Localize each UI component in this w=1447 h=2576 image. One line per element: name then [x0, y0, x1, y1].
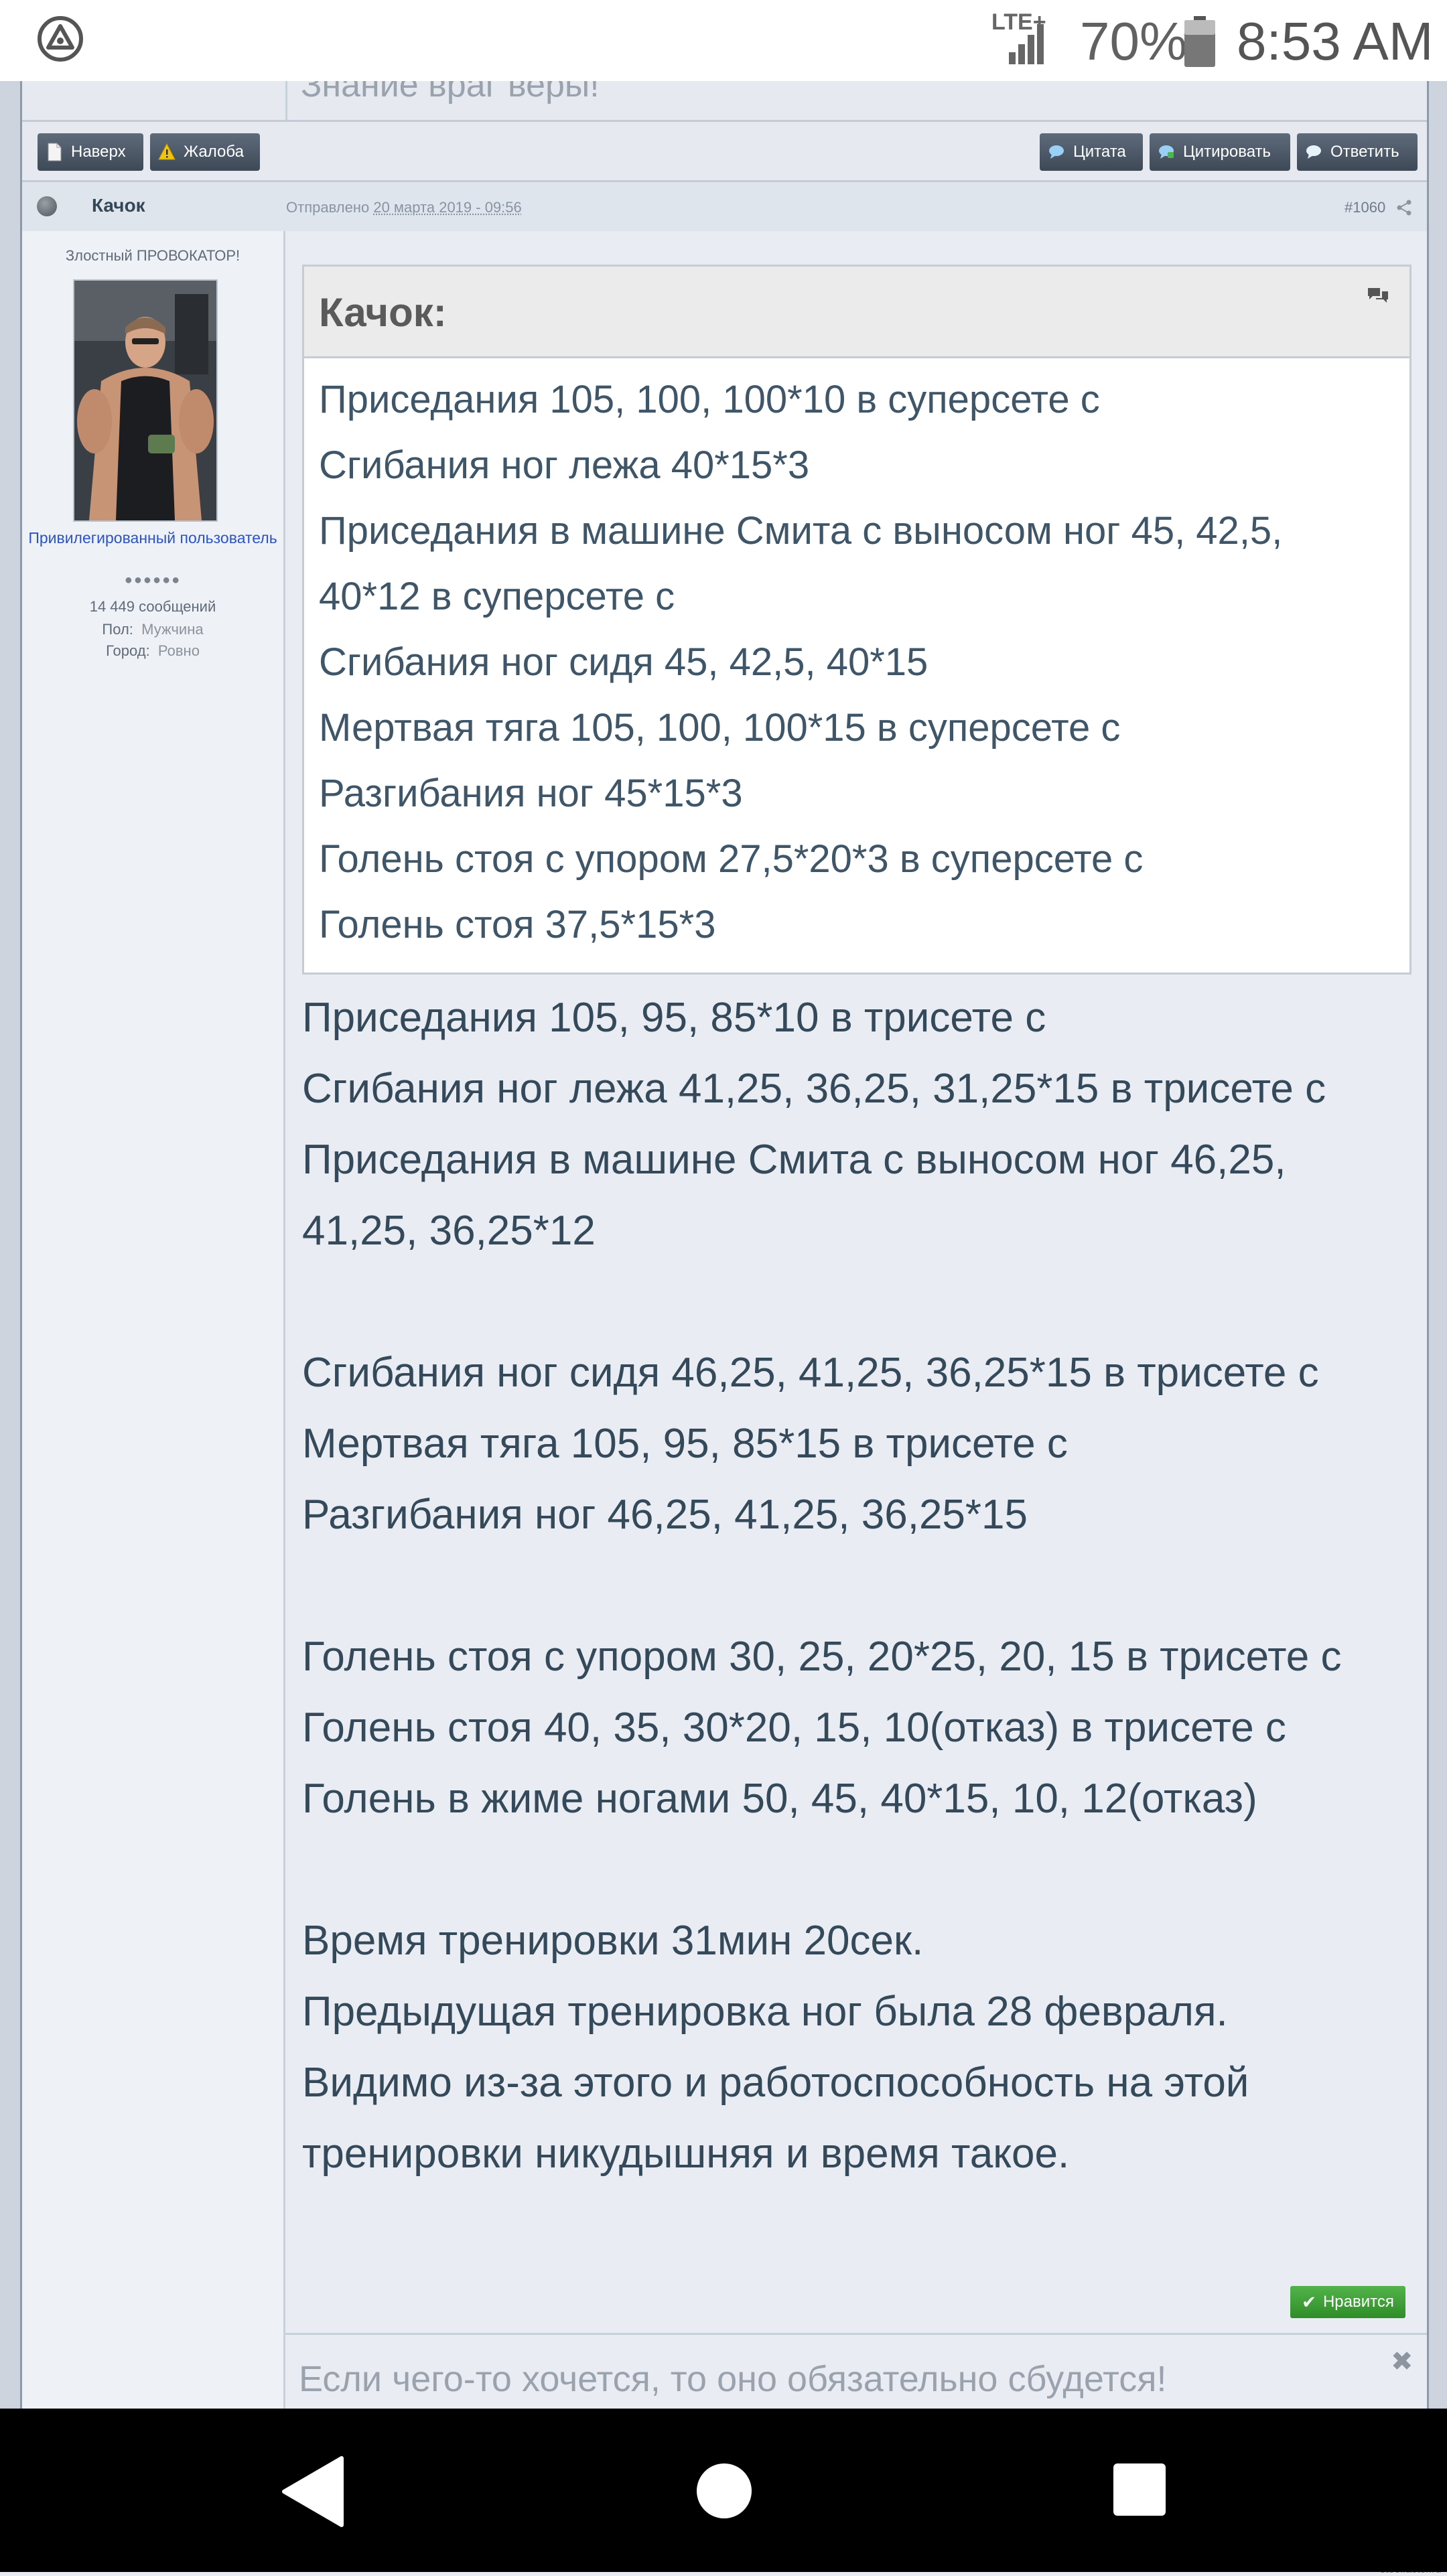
- quote-line: 40*12 в суперсете с: [319, 575, 675, 618]
- multiquote-icon: [1159, 145, 1174, 159]
- body-line: Сгибания ног лежа 41,25, 36,25, 31,25*15…: [302, 1066, 1326, 1112]
- quote-author: Качок:: [319, 290, 447, 335]
- divider: [22, 120, 1427, 122]
- top-button[interactable]: Наверх: [38, 133, 143, 171]
- report-button[interactable]: Жалоба: [150, 133, 260, 171]
- quote-line: Голень стоя 37,5*15*3: [319, 903, 716, 946]
- recent-apps-icon[interactable]: [1113, 2463, 1166, 2516]
- body-line: Время тренировки 31мин 20сек.: [302, 1918, 924, 1964]
- post-number-link[interactable]: #1060: [1345, 199, 1385, 216]
- close-icon[interactable]: ✖: [1391, 2346, 1414, 2377]
- quote-bubbles-icon[interactable]: [1367, 285, 1389, 305]
- quote-button[interactable]: Цитата: [1040, 133, 1143, 171]
- post-signature: Если чего-то хочется, то оно обязательно…: [299, 2359, 1167, 2399]
- posted-label: Отправлено: [286, 199, 370, 216]
- post-header: Качок Отправлено 20 марта 2019 - 09:56 #…: [22, 183, 1427, 231]
- body-line: Голень стоя с упором 30, 25, 20*25, 20, …: [302, 1634, 1342, 1680]
- previous-post-signature: Знание враг веры!: [285, 81, 1428, 120]
- clock: 8:53 AM: [1237, 11, 1434, 71]
- post-author-link[interactable]: Качок: [92, 195, 145, 216]
- reply-button-label: Ответить: [1330, 143, 1399, 161]
- quote-line: Сгибания ног лежа 40*15*3: [319, 443, 810, 487]
- quote-line: Разгибания ног 45*15*3: [319, 772, 743, 815]
- report-button-label: Жалоба: [184, 143, 244, 161]
- avatar-photo: [74, 281, 216, 520]
- user-info-column: Злостный ПРОВОКАТОР! Привилегированный п…: [22, 231, 285, 2409]
- user-city: Город: Ровно: [22, 642, 283, 660]
- battery-icon: [1184, 16, 1215, 67]
- reply-button[interactable]: Ответить: [1297, 133, 1418, 171]
- quote-line: Приседания в машине Смита с выносом ног …: [319, 509, 1283, 553]
- quote-bubble-icon: [1049, 145, 1064, 159]
- back-icon[interactable]: [280, 2455, 347, 2528]
- status-bar: LTE+ 70% 8:53 AM: [0, 0, 1447, 81]
- divider: [22, 180, 1427, 182]
- reply-bubble-icon: [1306, 145, 1321, 159]
- quote-line: Приседания 105, 100, 100*10 в суперсете …: [319, 378, 1100, 421]
- gender-value: Мужчина: [141, 621, 204, 638]
- quote-line: Голень стоя с упором 27,5*20*3 в суперсе…: [319, 837, 1144, 881]
- quote-line: Сгибания ног сидя 45, 42,5, 40*15: [319, 640, 928, 684]
- post-content: Качок: Приседания 105, 100, 100*10 в суп…: [285, 231, 1427, 2409]
- user-gender: Пол: Мужчина: [22, 621, 283, 638]
- like-button-label: Нравится: [1322, 2293, 1394, 2311]
- body-line: Сгибания ног сидя 46,25, 41,25, 36,25*15…: [302, 1350, 1319, 1396]
- forum-page: Знание враг веры! Наверх Жалоба Цитата Ц…: [0, 81, 1447, 2409]
- post-body: Приседания 105, 95, 85*10 в трисете с Сг…: [302, 983, 1341, 2190]
- multiquote-button[interactable]: Цитировать: [1150, 133, 1290, 171]
- page-icon: [48, 143, 62, 161]
- post-date: 20 марта 2019 - 09:56: [373, 199, 522, 216]
- quote-block: Качок: Приседания 105, 100, 100*10 в суп…: [302, 265, 1411, 975]
- quote-header: Качок:: [304, 267, 1409, 358]
- gender-label: Пол:: [102, 621, 133, 638]
- body-line: тренировки никудышняя и время такое.: [302, 2131, 1070, 2177]
- like-button[interactable]: ✔ Нравится: [1290, 2286, 1405, 2318]
- warning-icon: [158, 143, 176, 160]
- body-line: Предыдущая тренировка ног была 28 феврал…: [302, 1989, 1228, 2035]
- body-line: Голень стоя 40, 35, 30*20, 15, 10(отказ)…: [302, 1705, 1286, 1751]
- body-line: [302, 1267, 1341, 1338]
- quote-button-label: Цитата: [1073, 143, 1126, 161]
- checkmark-icon: ✔: [1302, 2291, 1316, 2312]
- body-line: [302, 1835, 1341, 1906]
- body-line: Приседания 105, 95, 85*10 в трисете с: [302, 995, 1046, 1041]
- body-line: Видимо из-за этого и работоспособность н…: [302, 2060, 1249, 2106]
- share-icon[interactable]: [1395, 199, 1413, 216]
- user-title: Злостный ПРОВОКАТОР!: [65, 247, 240, 264]
- signature-divider: [285, 2333, 1427, 2335]
- city-value: Ровно: [157, 642, 200, 659]
- signal-icon: [1009, 24, 1044, 64]
- home-icon[interactable]: [697, 2463, 752, 2518]
- quote-text: Приседания 105, 100, 100*10 в суперсете …: [319, 367, 1282, 958]
- body-line: Голень в жиме ногами 50, 45, 40*15, 10, …: [302, 1776, 1257, 1822]
- user-group: Привилегированный пользователь: [28, 529, 277, 547]
- user-post-count: 14 449 сообщений: [89, 598, 216, 615]
- user-rank-pips: ●●●●●●: [124, 573, 182, 587]
- navigation-bar: [0, 2409, 1447, 2572]
- body-line: Разгибания ног 46,25, 41,25, 36,25*15: [302, 1492, 1028, 1538]
- city-label: Город:: [106, 642, 150, 659]
- app-logo-icon: [38, 16, 83, 62]
- page-frame-left: [0, 81, 22, 2409]
- battery-percent: 70%: [1080, 11, 1188, 71]
- multiquote-button-label: Цитировать: [1183, 143, 1271, 161]
- user-avatar[interactable]: [73, 279, 218, 522]
- page-frame-right: [1427, 81, 1447, 2409]
- body-line: Приседания в машине Смита с выносом ног …: [302, 1137, 1286, 1183]
- quote-line: Мертвая тяга 105, 100, 100*15 в суперсет…: [319, 706, 1121, 749]
- offline-status-icon: [37, 196, 57, 216]
- body-line: [302, 1551, 1341, 1622]
- post-date-row: Отправлено 20 марта 2019 - 09:56: [286, 199, 522, 216]
- previous-signature-text: Знание враг веры!: [301, 81, 600, 104]
- body-line: Мертвая тяга 105, 95, 85*15 в трисете с: [302, 1421, 1068, 1467]
- body-line: 41,25, 36,25*12: [302, 1208, 596, 1254]
- top-button-label: Наверх: [71, 143, 126, 161]
